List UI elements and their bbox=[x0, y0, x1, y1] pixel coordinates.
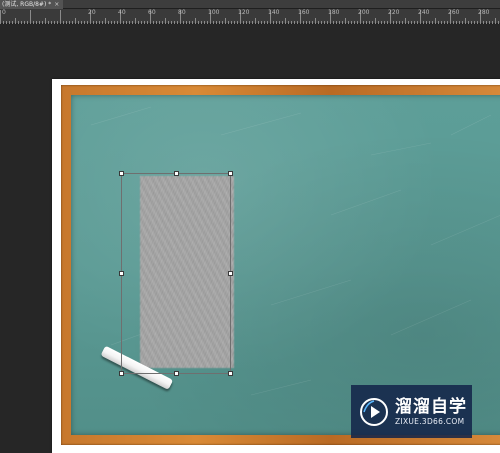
ruler-label: 80 bbox=[178, 9, 186, 16]
transform-handle-bottom-left[interactable] bbox=[119, 371, 124, 376]
ruler-label: 260 bbox=[448, 9, 460, 16]
watermark-text: 溜溜自学 ZIXUE.3D66.COM bbox=[395, 397, 467, 427]
transform-bounding-box[interactable] bbox=[119, 171, 233, 376]
ruler-label: 100 bbox=[208, 9, 220, 16]
transform-handle-left[interactable] bbox=[119, 271, 124, 276]
ruler-label: 180 bbox=[328, 9, 340, 16]
ruler-label: 60 bbox=[148, 9, 156, 16]
ruler-label: 40 bbox=[118, 9, 126, 16]
ruler-label: 140 bbox=[268, 9, 280, 16]
play-logo-icon bbox=[360, 397, 388, 426]
ruler-label: 20 bbox=[88, 9, 96, 16]
ruler-label: 0 bbox=[2, 9, 6, 16]
document-tab-bar: (测试, RGB/8#) * × bbox=[0, 0, 500, 9]
close-icon[interactable]: × bbox=[54, 0, 59, 9]
transform-handle-top-right[interactable] bbox=[228, 171, 233, 176]
transform-handle-top-left[interactable] bbox=[119, 171, 124, 176]
document-tab[interactable]: (测试, RGB/8#) * × bbox=[0, 0, 64, 9]
ruler-label: 160 bbox=[298, 9, 310, 16]
ruler-label: 220 bbox=[388, 9, 400, 16]
watermark-badge: 溜溜自学 ZIXUE.3D66.COM bbox=[351, 385, 472, 438]
transform-handle-bottom-right[interactable] bbox=[228, 371, 233, 376]
transform-handle-bottom[interactable] bbox=[174, 371, 179, 376]
document-tab-title: (测试, RGB/8#) * bbox=[2, 1, 52, 8]
transform-handle-top[interactable] bbox=[174, 171, 179, 176]
ruler-label: 120 bbox=[238, 9, 250, 16]
ruler-label: 200 bbox=[358, 9, 370, 16]
ruler-label: 280 bbox=[478, 9, 490, 16]
transform-handle-right[interactable] bbox=[228, 271, 233, 276]
photoshop-window: (测试, RGB/8#) * × 0 20 40 60 80 100 120 1… bbox=[0, 0, 500, 453]
horizontal-ruler[interactable]: 0 20 40 60 80 100 120 140 160 180 200 22… bbox=[0, 9, 500, 24]
watermark-url: ZIXUE.3D66.COM bbox=[395, 416, 465, 426]
ruler-label: 240 bbox=[418, 9, 430, 16]
watermark-title: 溜溜自学 bbox=[395, 396, 467, 417]
